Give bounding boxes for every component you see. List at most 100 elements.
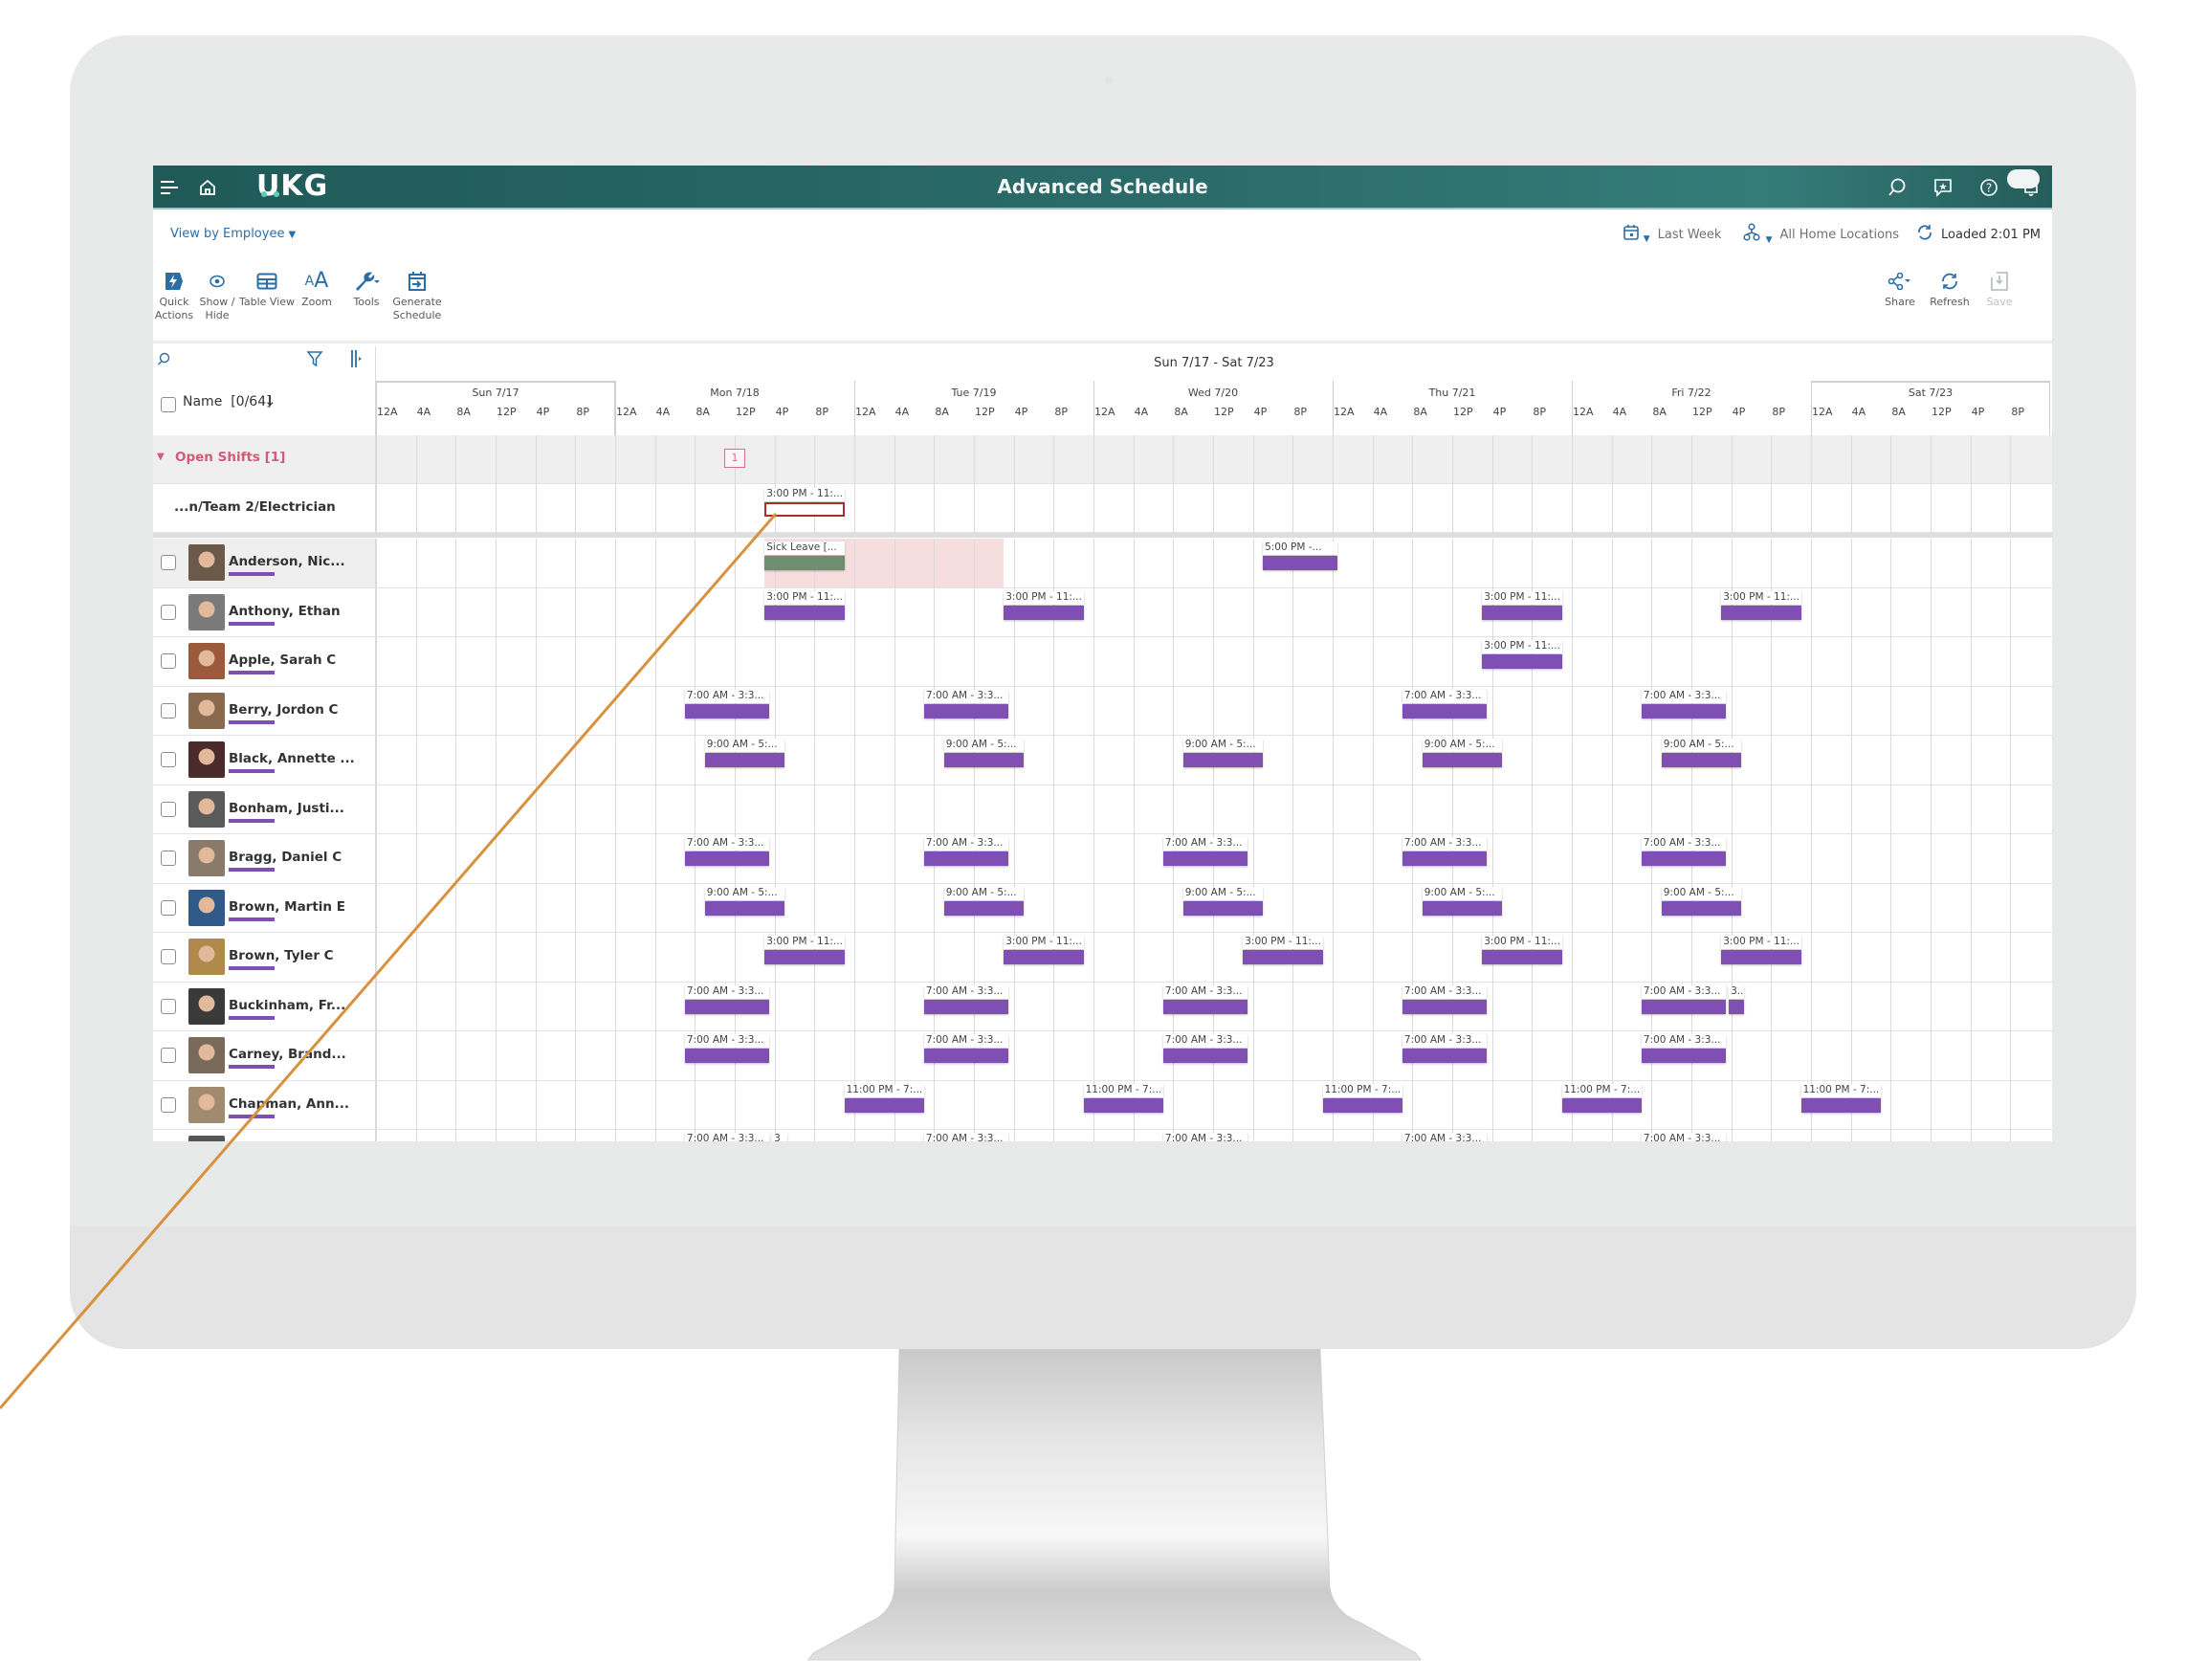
shift-bar[interactable] <box>1182 900 1264 916</box>
avatar[interactable] <box>188 1086 225 1123</box>
shift-bar[interactable] <box>704 900 785 916</box>
day-label[interactable]: Mon 7/18 <box>615 387 854 399</box>
avatar[interactable] <box>188 741 225 778</box>
employee-name[interactable]: Apple, Sarah C <box>229 652 336 668</box>
employee-row[interactable]: Berry, Jordon C 7:00 AM - 3:3... 7:00 AM -… <box>153 686 2052 736</box>
shift-bar[interactable] <box>1402 1049 1488 1063</box>
employee-checkbox[interactable] <box>161 555 176 570</box>
avatar[interactable] <box>188 593 225 630</box>
employee-name[interactable]: Buckinham, Fr... <box>229 998 345 1013</box>
shift-bar[interactable] <box>684 1049 770 1063</box>
shift-bar[interactable] <box>1083 1097 1163 1113</box>
day-label[interactable]: Wed 7/20 <box>1093 387 1333 399</box>
select-all-checkbox[interactable] <box>161 397 176 412</box>
day-label[interactable]: Sat 7/23 <box>1811 387 2050 399</box>
employee-name[interactable]: Bragg, Daniel C <box>229 850 342 865</box>
filter-icon[interactable] <box>306 350 323 371</box>
avatar[interactable] <box>188 643 225 679</box>
employee-row[interactable]: Buckinham, Fr... 7:00 AM - 3:3... 7:00 AM … <box>153 982 2052 1031</box>
shift-bar[interactable] <box>1641 851 1727 866</box>
date-range-preset[interactable]: Last Week <box>1658 228 1722 242</box>
employee-name[interactable]: Anderson, Nic... <box>229 554 345 569</box>
shift-bar[interactable] <box>1402 851 1488 866</box>
day-label[interactable]: Fri 7/22 <box>1572 387 1811 399</box>
shift-bar[interactable] <box>1422 753 1503 767</box>
employee-checkbox[interactable] <box>161 1048 176 1063</box>
avatar[interactable] <box>188 939 225 975</box>
shift-bar[interactable] <box>764 605 845 620</box>
shift-bar[interactable] <box>943 753 1025 767</box>
employee-row[interactable]: Black, Annette ... 9:00 AM - 5:... 9:00 AM… <box>153 736 2052 785</box>
locations-label[interactable]: All Home Locations <box>1780 228 1900 242</box>
avatar[interactable] <box>188 1136 225 1141</box>
leave-bar[interactable] <box>764 556 845 570</box>
shift-bar[interactable] <box>704 753 785 767</box>
employee-checkbox[interactable] <box>161 752 176 767</box>
shift-bar[interactable] <box>1162 851 1248 866</box>
employee-row[interactable]: 7:00 AM - 3:3... 3 7:00 AM - 3:3... 7:00 AM… <box>153 1130 2052 1141</box>
employee-checkbox[interactable] <box>161 653 176 669</box>
employee-row[interactable]: Brown, Martin E 9:00 AM - 5:... 9:00 AM - … <box>153 883 2052 933</box>
generate-schedule-button[interactable]: Generate Schedule <box>384 267 451 322</box>
shift-bar[interactable] <box>923 851 1009 866</box>
shift-bar[interactable] <box>923 999 1009 1014</box>
avatar[interactable] <box>188 544 225 581</box>
shift-bar[interactable] <box>1243 950 1323 964</box>
employee-row[interactable]: Apple, Sarah C 3:00 PM - 11:... <box>153 637 2052 687</box>
employee-row[interactable]: Brown, Tyler C 3:00 PM - 11:... 3:00 PM - … <box>153 933 2052 983</box>
employee-name[interactable]: Brown, Martin E <box>229 899 345 915</box>
shift-bar[interactable] <box>1004 950 1084 964</box>
employee-row[interactable]: Anderson, Nic... Sick Leave [... 5:00 PM -… <box>153 539 2052 588</box>
shift-bar[interactable] <box>1721 605 1801 620</box>
employee-name[interactable]: Brown, Tyler C <box>229 948 334 963</box>
shift-bar[interactable] <box>1729 999 1744 1014</box>
avatar[interactable] <box>188 790 225 828</box>
employee-name[interactable]: Chapman, Ann... <box>229 1096 349 1112</box>
shift-bar[interactable] <box>1661 900 1742 916</box>
help-icon[interactable]: ? <box>1976 175 2001 200</box>
shift-bar[interactable] <box>1482 950 1562 964</box>
employee-name[interactable]: Bonham, Justi... <box>229 801 344 816</box>
shift-bar[interactable] <box>1263 556 1338 570</box>
employee-checkbox[interactable] <box>161 899 176 916</box>
loaded-refresh-icon[interactable] <box>1916 224 1933 245</box>
column-toggle-icon[interactable] <box>350 349 364 372</box>
avatar[interactable] <box>188 840 225 876</box>
shift-bar[interactable] <box>1561 1097 1642 1113</box>
shift-bar[interactable] <box>1322 1097 1402 1113</box>
shift-bar[interactable] <box>1482 654 1562 669</box>
employee-name[interactable]: Berry, Jordon C <box>229 702 338 718</box>
employee-row[interactable]: Bragg, Daniel C 7:00 AM - 3:3... 7:00 AM -… <box>153 834 2052 884</box>
shift-bar[interactable] <box>1162 1049 1248 1063</box>
shift-bar[interactable] <box>923 1049 1009 1063</box>
shift-bar[interactable] <box>684 703 770 718</box>
shift-bar[interactable] <box>1182 753 1264 767</box>
open-shifts-row[interactable]: ▼ Open Shifts [1] 1 <box>153 435 2052 484</box>
employee-row[interactable]: Bonham, Justi... <box>153 785 2052 834</box>
employee-row[interactable]: Chapman, Ann... 11:00 PM - 7:... 11:00 PM … <box>153 1080 2052 1130</box>
shift-bar[interactable] <box>923 703 1009 718</box>
day-label[interactable]: Tue 7/19 <box>854 387 1093 399</box>
shift-bar[interactable] <box>1422 900 1503 916</box>
avatar[interactable] <box>188 889 225 926</box>
open-shift-team-row[interactable]: ...n/Team 2/Electrician 3:00 PM - 11:... <box>153 484 2052 533</box>
employee-checkbox[interactable] <box>161 851 176 866</box>
employee-name[interactable]: Anthony, Ethan <box>229 604 341 619</box>
notification-badge[interactable]: 9 <box>2007 169 2040 188</box>
sort-arrow-down-icon[interactable]: ↓ <box>264 392 276 409</box>
view-by-dropdown[interactable]: View by Employee ▼ <box>170 227 296 241</box>
shift-bar[interactable] <box>844 1097 924 1113</box>
employee-name[interactable]: Black, Annette ... <box>229 751 355 766</box>
shift-bar[interactable] <box>764 950 845 964</box>
shift-bar[interactable] <box>684 851 770 866</box>
collapse-caret-icon[interactable]: ▼ <box>157 452 165 462</box>
shift-bar[interactable] <box>943 900 1025 916</box>
open-shift-bar[interactable] <box>764 502 845 517</box>
shift-bar[interactable] <box>1004 605 1084 620</box>
shift-bar[interactable] <box>1641 999 1727 1014</box>
employee-name[interactable]: Carney, Brand... <box>229 1047 346 1062</box>
save-button[interactable]: Save <box>1966 267 2033 309</box>
shift-bar[interactable] <box>1402 703 1488 718</box>
employee-checkbox[interactable] <box>161 949 176 964</box>
day-label[interactable]: Sun 7/17 <box>376 387 615 399</box>
